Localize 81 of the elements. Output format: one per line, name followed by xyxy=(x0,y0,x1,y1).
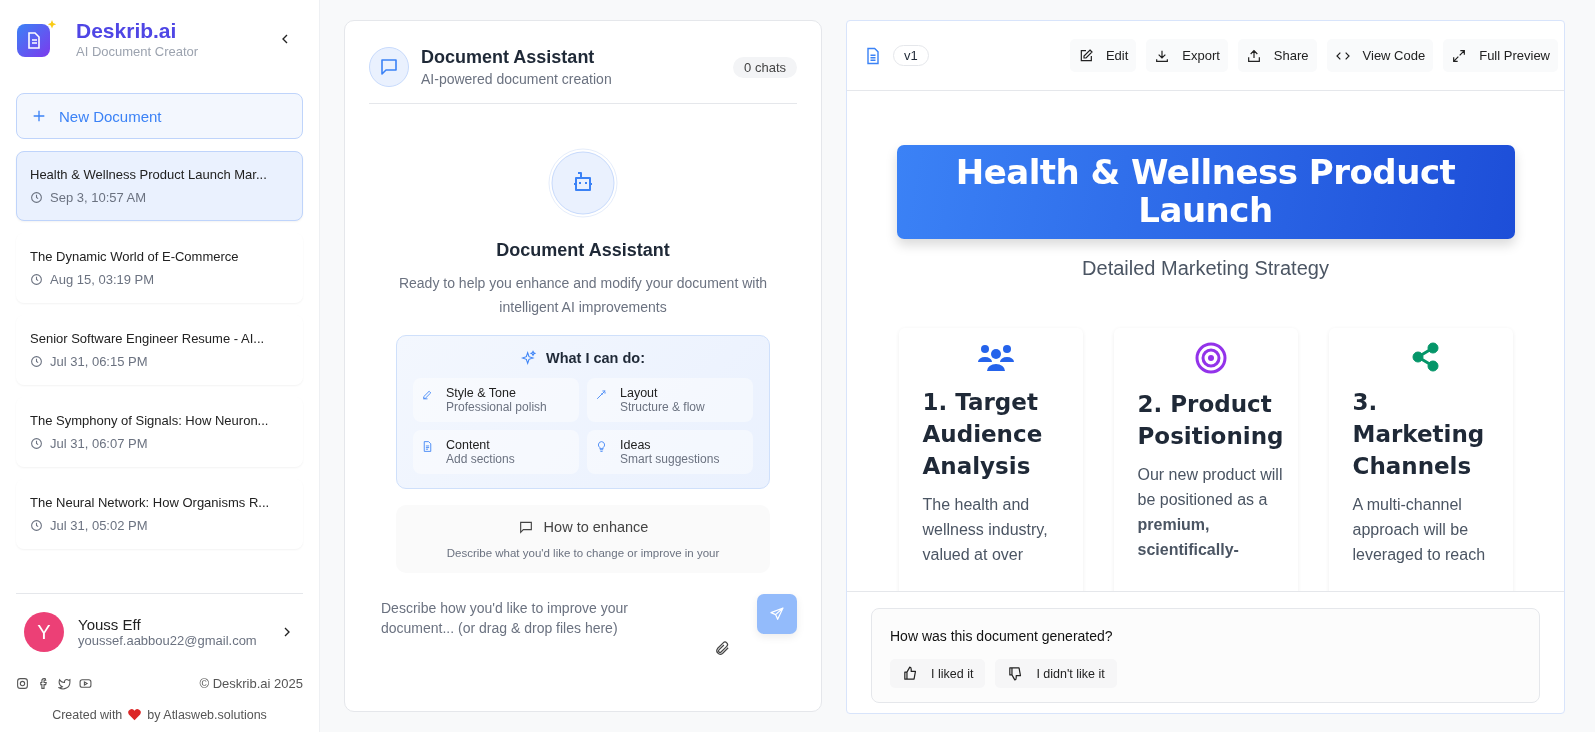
instagram-icon[interactable] xyxy=(16,677,29,690)
document-item[interactable]: Senior Software Engineer Resume - AI... Jul 31, 06:15 PM xyxy=(16,315,303,385)
chat-count-badge: 0 chats xyxy=(733,56,797,78)
section-heading: 1. Target Audience Analysis xyxy=(922,388,1044,481)
thumbs-up-icon xyxy=(902,665,919,682)
section-text: The health and wellness industry, valued at over xyxy=(922,495,1049,565)
document-subtitle: Detailed Marketing Strategy xyxy=(1082,257,1329,280)
user-avatar: Y xyxy=(24,612,64,652)
twitter-icon[interactable] xyxy=(58,677,71,690)
document-time: Jul 31, 05:02 PM xyxy=(50,518,148,533)
export-button[interactable]: Export xyxy=(1146,39,1228,72)
user-email: youssef.aabbou22@gmail.com xyxy=(78,633,258,648)
share-button[interactable]: Share xyxy=(1237,39,1317,72)
welcome-text: Ready to help you enhance and modify your document with intelligent AI improvements xyxy=(398,274,768,317)
expand-button[interactable]: Full Preview xyxy=(1443,39,1558,72)
document-item[interactable]: The Neural Network: How Organisms R... Jul 31, 05:02 PM xyxy=(16,479,303,549)
section-text: Our new product will be positioned as a premium, scientifically- xyxy=(1137,465,1284,560)
new-document-button[interactable]: New Document xyxy=(16,93,303,139)
capability-title: Style & Tone xyxy=(446,386,517,400)
document-time: Jul 31, 06:15 PM xyxy=(50,354,148,369)
content-icon xyxy=(421,440,434,453)
document-title: Senior Software Engineer Resume - AI... xyxy=(30,331,266,346)
sparkle-icon xyxy=(520,350,537,366)
user-name: Youss Eff xyxy=(78,616,142,633)
document-title: The Symphony of Signals: How Neuron... xyxy=(30,413,270,428)
plus-icon xyxy=(31,108,47,124)
document-title: The Dynamic World of E-Commerce xyxy=(30,249,240,264)
how-to-text: Describe what you'd like to change or improve in your xyxy=(446,547,720,559)
style-icon xyxy=(421,388,434,401)
chat-icon xyxy=(369,47,409,87)
clock-icon xyxy=(30,273,43,286)
capability-text: Structure & flow xyxy=(620,400,705,414)
clock-icon xyxy=(30,355,43,368)
document-title: Health & Wellness Product Launch Mar... xyxy=(30,167,268,182)
brand-name: Deskrib.ai xyxy=(76,18,178,44)
document-title: The Neural Network: How Organisms R... xyxy=(30,495,271,510)
user-profile[interactable]: Y Youss Eff youssef.aabbou22@gmail.com xyxy=(16,593,303,670)
capability-text: Smart suggestions xyxy=(620,452,720,466)
message-icon xyxy=(517,519,534,535)
heart-icon xyxy=(127,707,143,722)
section-heading: 3. Marketing Channels xyxy=(1352,388,1486,481)
copyright-text: © Deskrib.ai 2025 xyxy=(199,676,303,691)
capabilities-title: What I can do: xyxy=(545,350,646,366)
document-time: Jul 31, 06:07 PM xyxy=(50,436,148,451)
section-heading: 2. Product Positioning xyxy=(1137,390,1284,451)
facebook-icon[interactable] xyxy=(37,677,50,690)
how-to-title: How to enhance xyxy=(543,519,649,535)
ideas-icon xyxy=(595,440,608,453)
clock-icon xyxy=(30,519,43,532)
chat-subtitle: AI-powered document creation xyxy=(421,71,613,87)
expand-icon xyxy=(1451,47,1468,64)
chat-title: Document Assistant xyxy=(421,47,596,68)
document-item[interactable]: Health & Wellness Product Launch Mar... Sep 3, 10:57 AM xyxy=(16,151,303,221)
feedback-question: How was this document generated? xyxy=(890,628,1113,644)
document-time: Sep 3, 10:57 AM xyxy=(50,190,147,205)
attach-icon[interactable] xyxy=(714,640,731,657)
send-icon xyxy=(769,606,785,622)
clock-icon xyxy=(30,191,43,204)
capability-title: Layout xyxy=(620,386,659,400)
welcome-title: Document Assistant xyxy=(496,240,670,261)
capability-text: Professional polish xyxy=(446,400,547,414)
edit-button[interactable]: Edit xyxy=(1069,39,1137,72)
clock-icon xyxy=(30,437,43,450)
robot-icon xyxy=(548,148,618,218)
credit-text: Created with xyxy=(52,707,123,722)
share-icon xyxy=(1245,47,1262,64)
brand-tagline: AI Document Creator xyxy=(76,44,200,59)
capability-title: Content xyxy=(446,438,491,452)
section-text: A multi-channel approach will be leveraged to reach xyxy=(1352,495,1487,565)
document-item[interactable]: The Symphony of Signals: How Neuron... Jul 31, 06:07 PM xyxy=(16,397,303,467)
code-button[interactable]: View Code xyxy=(1326,39,1434,72)
document-title-banner: Health & Wellness Product Launch xyxy=(896,145,1515,239)
capability-text: Add sections xyxy=(446,452,515,466)
document-item[interactable]: The Dynamic World of E-Commerce Aug 15, 03:19 PM xyxy=(16,233,303,303)
credit-text: by Atlasweb.solutions xyxy=(147,707,267,722)
document-time: Aug 15, 03:19 PM xyxy=(50,272,155,287)
capability-title: Ideas xyxy=(620,438,652,452)
dislike-button[interactable]: I didn't like it xyxy=(995,659,1117,688)
message-input[interactable]: Describe how you'd like to improve your document... (or drag & drop files here) xyxy=(369,594,693,662)
youtube-icon[interactable] xyxy=(79,677,92,690)
like-button[interactable]: I liked it xyxy=(890,659,986,688)
